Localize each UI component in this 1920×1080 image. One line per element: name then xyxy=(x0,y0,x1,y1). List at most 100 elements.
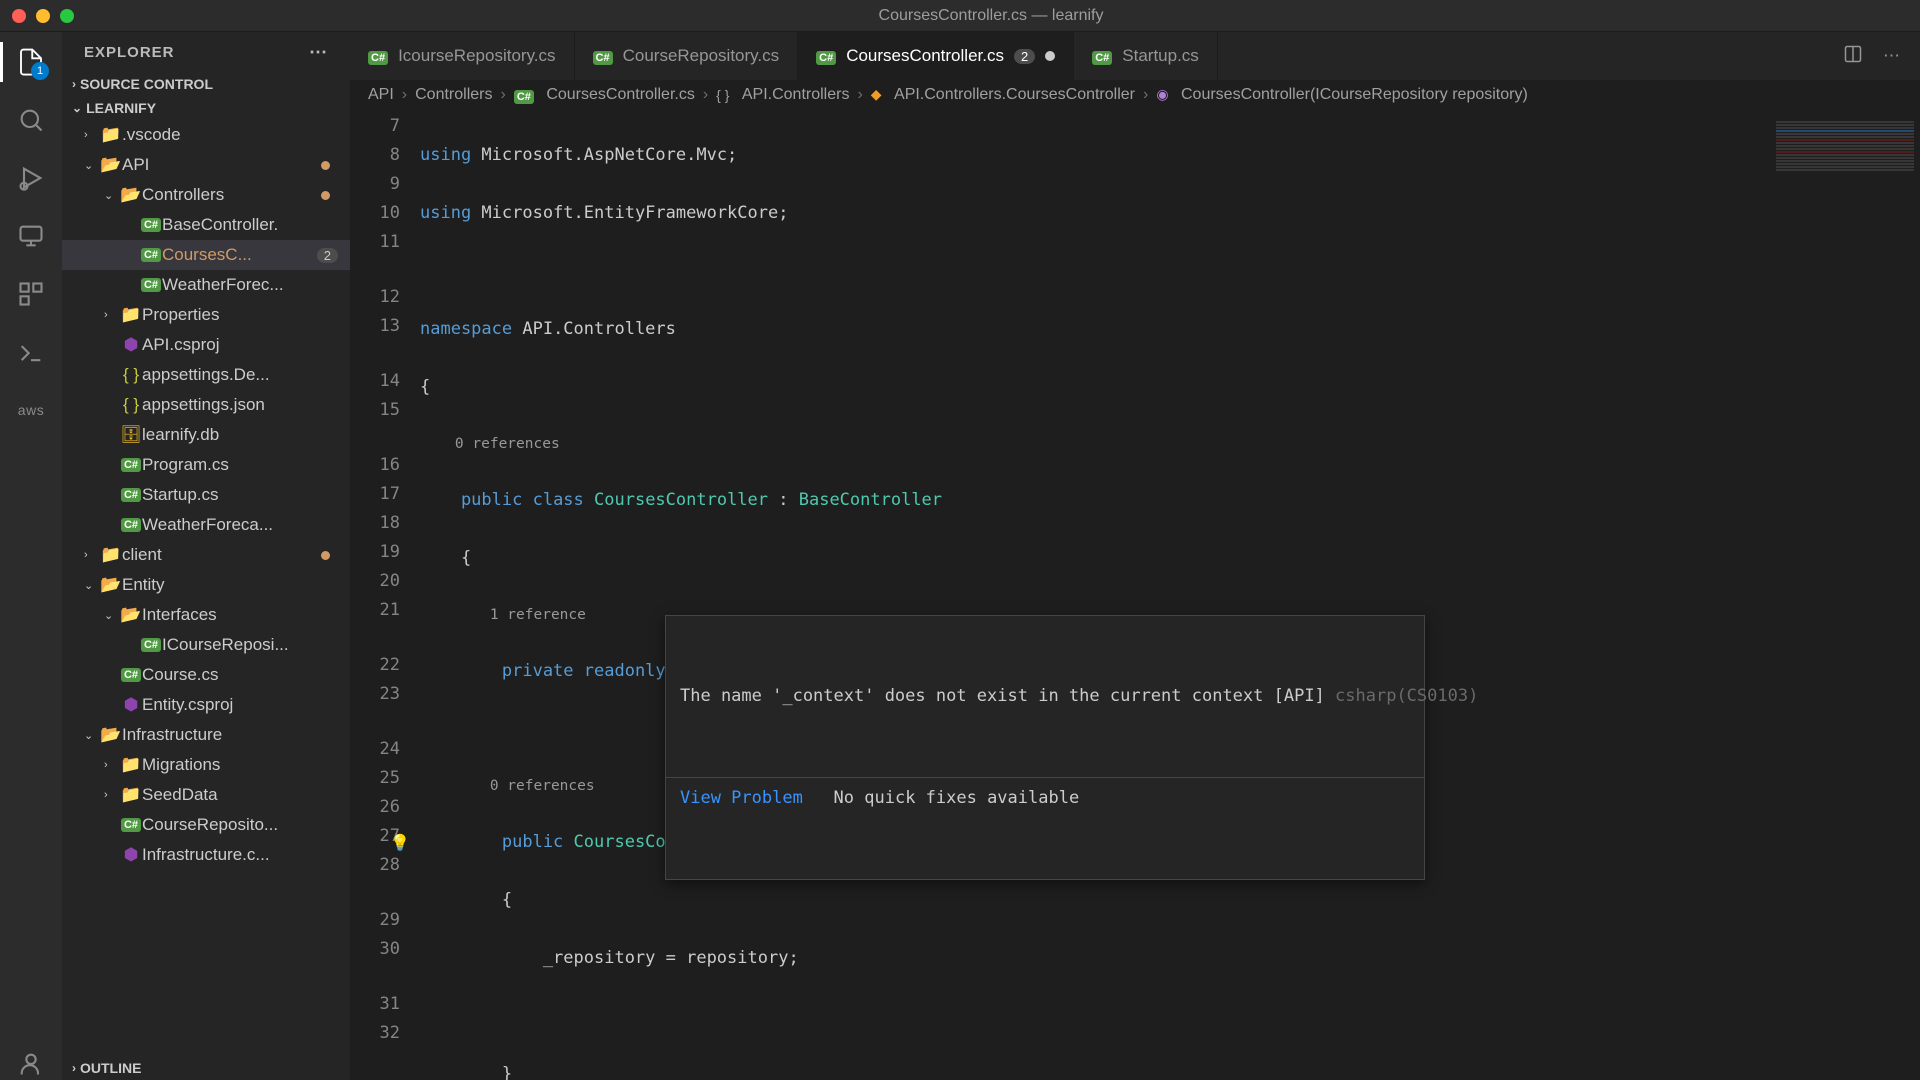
sidebar-title: EXPLORER xyxy=(84,44,175,61)
run-debug-activity-icon[interactable] xyxy=(15,162,47,194)
titlebar: CoursesController.cs — learnify xyxy=(0,0,1920,32)
tree-file-courserepo-impl[interactable]: C#CourseReposito... xyxy=(62,810,350,840)
tree-file-course[interactable]: C#Course.cs xyxy=(62,660,350,690)
breadcrumb-item[interactable]: CoursesController.cs xyxy=(546,86,695,104)
tree-label: Controllers xyxy=(142,185,224,205)
sidebar-more-icon[interactable]: ⋯ xyxy=(309,42,328,63)
view-problem-link[interactable]: View Problem xyxy=(680,788,803,808)
tab-coursescontroller[interactable]: C#CoursesController.cs2 xyxy=(798,32,1074,80)
aws-activity-icon[interactable]: aws xyxy=(15,394,47,426)
search-activity-icon[interactable] xyxy=(15,104,47,136)
tab-label: CourseRepository.cs xyxy=(623,46,780,66)
activity-bar: 1 aws xyxy=(0,32,62,1080)
breadcrumb-item[interactable]: API.Controllers.CoursesController xyxy=(894,86,1135,104)
chevron-down-icon: ⌄ xyxy=(72,101,82,115)
tree-file-weatherforecast[interactable]: C#WeatherForeca... xyxy=(62,510,350,540)
breadcrumb-item[interactable]: API xyxy=(368,86,394,104)
tree-folder-migrations[interactable]: ›📁Migrations xyxy=(62,750,350,780)
tree-file-program[interactable]: C#Program.cs xyxy=(62,450,350,480)
tree-folder-properties[interactable]: ›📁Properties xyxy=(62,300,350,330)
codelens-references[interactable]: 1 reference xyxy=(490,607,586,623)
codelens-references[interactable]: 0 references xyxy=(490,778,595,794)
minimize-window-icon[interactable] xyxy=(36,9,50,23)
window-title: CoursesController.cs — learnify xyxy=(74,7,1908,25)
codelens-references[interactable]: 0 references xyxy=(455,436,560,452)
window-controls[interactable] xyxy=(12,9,74,23)
tree-label: API.csproj xyxy=(142,335,219,355)
terminal-activity-icon[interactable] xyxy=(15,336,47,368)
tree-folder-entity[interactable]: ⌄📂Entity xyxy=(62,570,350,600)
editor-tabs: C#IcourseRepository.cs C#CourseRepositor… xyxy=(350,32,1920,80)
tree-label: Migrations xyxy=(142,755,220,775)
extensions-activity-icon[interactable] xyxy=(15,278,47,310)
tree-file-weatherforecast-controller[interactable]: C#WeatherForec... xyxy=(62,270,350,300)
section-outline[interactable]: › OUTLINE xyxy=(62,1056,350,1080)
tree-label: BaseController. xyxy=(162,215,278,235)
tree-label: learnify.db xyxy=(142,425,219,445)
remote-activity-icon[interactable] xyxy=(15,220,47,252)
split-editor-icon[interactable] xyxy=(1843,44,1863,69)
tree-folder-infrastructure[interactable]: ⌄📂Infrastructure xyxy=(62,720,350,750)
tree-file-appsettings[interactable]: { }appsettings.json xyxy=(62,390,350,420)
tree-label: client xyxy=(122,545,162,565)
tree-label: Course.cs xyxy=(142,665,219,685)
tree-label: CourseReposito... xyxy=(142,815,278,835)
tree-file-basecontroller[interactable]: C#BaseController. xyxy=(62,210,350,240)
tab-label: CoursesController.cs xyxy=(846,46,1004,66)
tree-label: SeedData xyxy=(142,785,218,805)
tree-label: Entity.csproj xyxy=(142,695,233,715)
section-learnify[interactable]: ⌄ LEARNIFY xyxy=(62,96,350,120)
modified-dot-icon xyxy=(321,551,330,560)
chevron-right-icon: › xyxy=(72,77,76,91)
minimap[interactable] xyxy=(1770,110,1920,1080)
tree-folder-vscode[interactable]: ›📁.vscode xyxy=(62,120,350,150)
editor[interactable]: 7 8 9 10 11 12 13 14 15 16 17 18 19 2 xyxy=(350,110,1920,1080)
modified-dot-icon xyxy=(321,191,330,200)
breadcrumb-item[interactable]: CoursesController(ICourseRepository repo… xyxy=(1181,86,1528,104)
tree-file-startup[interactable]: C#Startup.cs xyxy=(62,480,350,510)
lightbulb-icon[interactable]: 💡 xyxy=(390,828,410,857)
tab-startup[interactable]: C#Startup.cs xyxy=(1074,32,1218,80)
tree-folder-client[interactable]: ›📁client xyxy=(62,540,350,570)
no-fix-label: No quick fixes available xyxy=(834,788,1080,808)
tree-label: appsettings.De... xyxy=(142,365,270,385)
code-content[interactable]: using Microsoft.AspNetCore.Mvc; using Mi… xyxy=(420,110,1920,1080)
tree-file-entity-csproj[interactable]: ⬢Entity.csproj xyxy=(62,690,350,720)
breadcrumb-item[interactable]: API.Controllers xyxy=(742,86,850,104)
tree-folder-seeddata[interactable]: ›📁SeedData xyxy=(62,780,350,810)
tree-file-appsettings-dev[interactable]: { }appsettings.De... xyxy=(62,360,350,390)
tree-folder-controllers[interactable]: ⌄📂Controllers xyxy=(62,180,350,210)
tree-folder-api[interactable]: ⌄📂API xyxy=(62,150,350,180)
breadcrumb[interactable]: API› Controllers› C# CoursesController.c… xyxy=(350,80,1920,110)
file-tree: ›📁.vscode ⌄📂API ⌄📂Controllers C#BaseCont… xyxy=(62,120,350,870)
tree-file-learnify-db[interactable]: 🗄learnify.db xyxy=(62,420,350,450)
explorer-activity-icon[interactable]: 1 xyxy=(15,46,47,78)
tree-file-icourserepo[interactable]: C#ICourseReposi... xyxy=(62,630,350,660)
close-window-icon[interactable] xyxy=(12,9,26,23)
more-actions-icon[interactable]: ⋯ xyxy=(1883,46,1900,66)
tree-label: CoursesC... xyxy=(162,245,252,265)
tree-folder-interfaces[interactable]: ⌄📂Interfaces xyxy=(62,600,350,630)
tree-label: Infrastructure.c... xyxy=(142,845,270,865)
section-label: SOURCE CONTROL xyxy=(80,76,213,92)
sidebar-header: EXPLORER ⋯ xyxy=(62,32,350,72)
account-activity-icon[interactable] xyxy=(15,1048,47,1080)
tree-label: appsettings.json xyxy=(142,395,265,415)
dirty-dot-icon xyxy=(1045,51,1055,61)
problems-badge: 2 xyxy=(317,248,338,263)
tab-icourserepository[interactable]: C#IcourseRepository.cs xyxy=(350,32,575,80)
tab-courserepository[interactable]: C#CourseRepository.cs xyxy=(575,32,799,80)
modified-dot-icon xyxy=(321,161,330,170)
tree-label: Infrastructure xyxy=(122,725,222,745)
breadcrumb-item[interactable]: Controllers xyxy=(415,86,492,104)
tree-file-api-csproj[interactable]: ⬢API.csproj xyxy=(62,330,350,360)
tree-file-coursescontroller[interactable]: C#CoursesC...2 xyxy=(62,240,350,270)
hover-tooltip: The name '_context' does not exist in th… xyxy=(665,615,1425,880)
tab-label: IcourseRepository.cs xyxy=(398,46,555,66)
section-label: OUTLINE xyxy=(80,1060,141,1076)
tree-file-infrastructure-csproj[interactable]: ⬢Infrastructure.c... xyxy=(62,840,350,870)
tree-label: Startup.cs xyxy=(142,485,219,505)
tree-label: Program.cs xyxy=(142,455,229,475)
section-source-control[interactable]: › SOURCE CONTROL xyxy=(62,72,350,96)
maximize-window-icon[interactable] xyxy=(60,9,74,23)
